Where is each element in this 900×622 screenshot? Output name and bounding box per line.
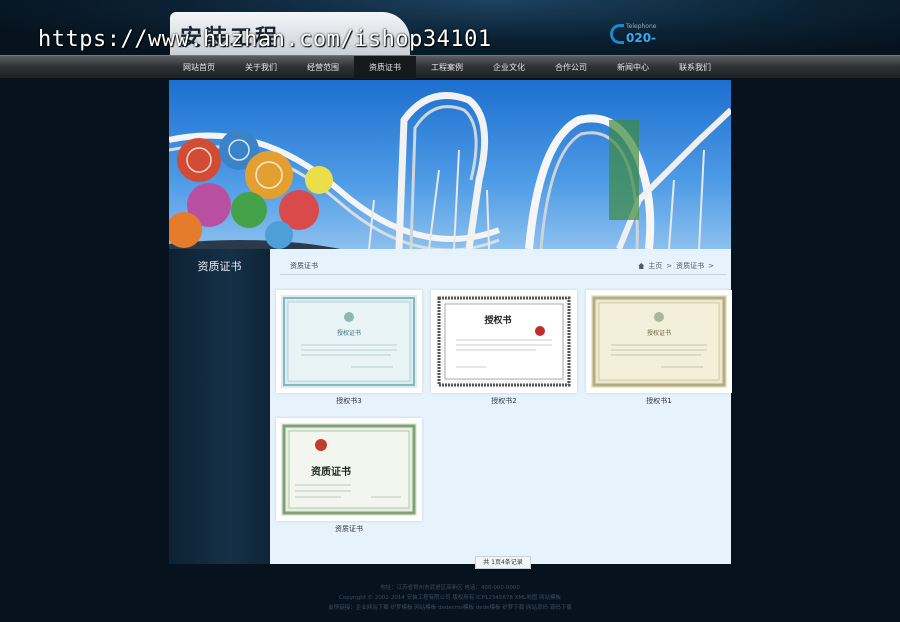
certificate-label[interactable]: 授权书1 <box>586 396 732 406</box>
nav-item[interactable]: 企业文化 <box>478 56 540 79</box>
breadcrumb-separator: > <box>666 262 673 270</box>
gold-certificate-image: 授权证书 <box>591 295 727 388</box>
footer-address: 地址：江苏省常州市武进区高新区 电话：400-000-0000 <box>380 585 520 591</box>
breadcrumb-home[interactable]: 主页 <box>648 261 662 271</box>
phone-icon <box>610 24 624 44</box>
certificate-thumbnail[interactable]: 授权证书 <box>586 290 732 393</box>
cert-heading: 授权证书 <box>337 329 361 337</box>
nav-item[interactable]: 关于我们 <box>230 56 292 79</box>
certificate-card[interactable]: 授权书 授权书2 <box>431 290 577 406</box>
phone-block: Telephone 020- <box>610 22 670 48</box>
sidebar-title: 资质证书 <box>197 260 242 273</box>
nav-item[interactable]: 网站首页 <box>168 56 230 79</box>
content-header: 资质证书 主页 > 资质证书 > <box>280 249 726 275</box>
blue-certificate-image: 授权证书 <box>281 295 417 388</box>
pagination-info: 共 1页4条记录 <box>475 556 531 569</box>
cert-heading: 授权书 <box>484 314 511 326</box>
certificate-thumbnail[interactable]: 授权书 <box>431 290 577 393</box>
certificate-label[interactable]: 资质证书 <box>276 524 422 534</box>
certificate-card[interactable]: 授权证书 授权书1 <box>586 290 732 406</box>
main-nav: 网站首页 关于我们 经营范围 资质证书 工程案例 企业文化 合作公司 新闻中心 联系我们 <box>0 55 900 79</box>
phone-number: 020- <box>626 31 657 45</box>
certificate-label[interactable]: 授权书3 <box>276 396 422 406</box>
cert-heading: 资质证书 <box>311 465 351 478</box>
footer-copyright: Copyright © 2002-2014 安装工程有限公司 版权所有 ICP1… <box>339 595 561 601</box>
phone-label: Telephone <box>626 23 657 30</box>
green-certificate-image: 资质证书 <box>281 423 417 516</box>
footer-links[interactable]: 友情链接：企业网站下载 织梦模板 网站模板 dedecms模板 dede模板 织… <box>0 603 900 613</box>
grey-certificate-image: 授权书 <box>436 295 572 388</box>
certificate-card[interactable]: 授权证书 授权书3 <box>276 290 422 406</box>
certificate-thumbnail[interactable]: 资质证书 <box>276 418 422 521</box>
nav-item[interactable]: 资质证书 <box>354 56 416 79</box>
certificate-thumbnail[interactable]: 授权证书 <box>276 290 422 393</box>
nav-list: 网站首页 关于我们 经营范围 资质证书 工程案例 企业文化 合作公司 新闻中心 联系我们 <box>168 56 726 80</box>
nav-item[interactable]: 新闻中心 <box>602 56 664 79</box>
cert-heading: 授权证书 <box>647 329 671 337</box>
sidebar: 资质证书 <box>169 249 270 564</box>
footer: 地址：江苏省常州市武进区高新区 电话：400-000-0000 Copyrigh… <box>0 583 900 613</box>
nav-item[interactable]: 合作公司 <box>540 56 602 79</box>
content-panel: 资质证书 主页 > 资质证书 > 授权证书 授权书3 授权书 授权书2 授权证书… <box>270 249 732 564</box>
section-title: 资质证书 <box>290 262 318 270</box>
roller-coaster-image <box>169 92 731 249</box>
watermark-url: https://www.huzhan.com/ishop34101 <box>38 27 492 52</box>
breadcrumb: 主页 > 资质证书 > <box>638 261 714 271</box>
breadcrumb-separator: > <box>708 262 714 270</box>
certificate-label[interactable]: 授权书2 <box>431 396 577 406</box>
nav-item[interactable]: 经营范围 <box>292 56 354 79</box>
hero-banner <box>169 80 731 249</box>
certificate-card[interactable]: 资质证书 资质证书 <box>276 418 422 534</box>
breadcrumb-current[interactable]: 资质证书 <box>676 261 704 271</box>
home-icon <box>638 263 645 269</box>
nav-item[interactable]: 联系我们 <box>664 56 726 79</box>
nav-item[interactable]: 工程案例 <box>416 56 478 79</box>
